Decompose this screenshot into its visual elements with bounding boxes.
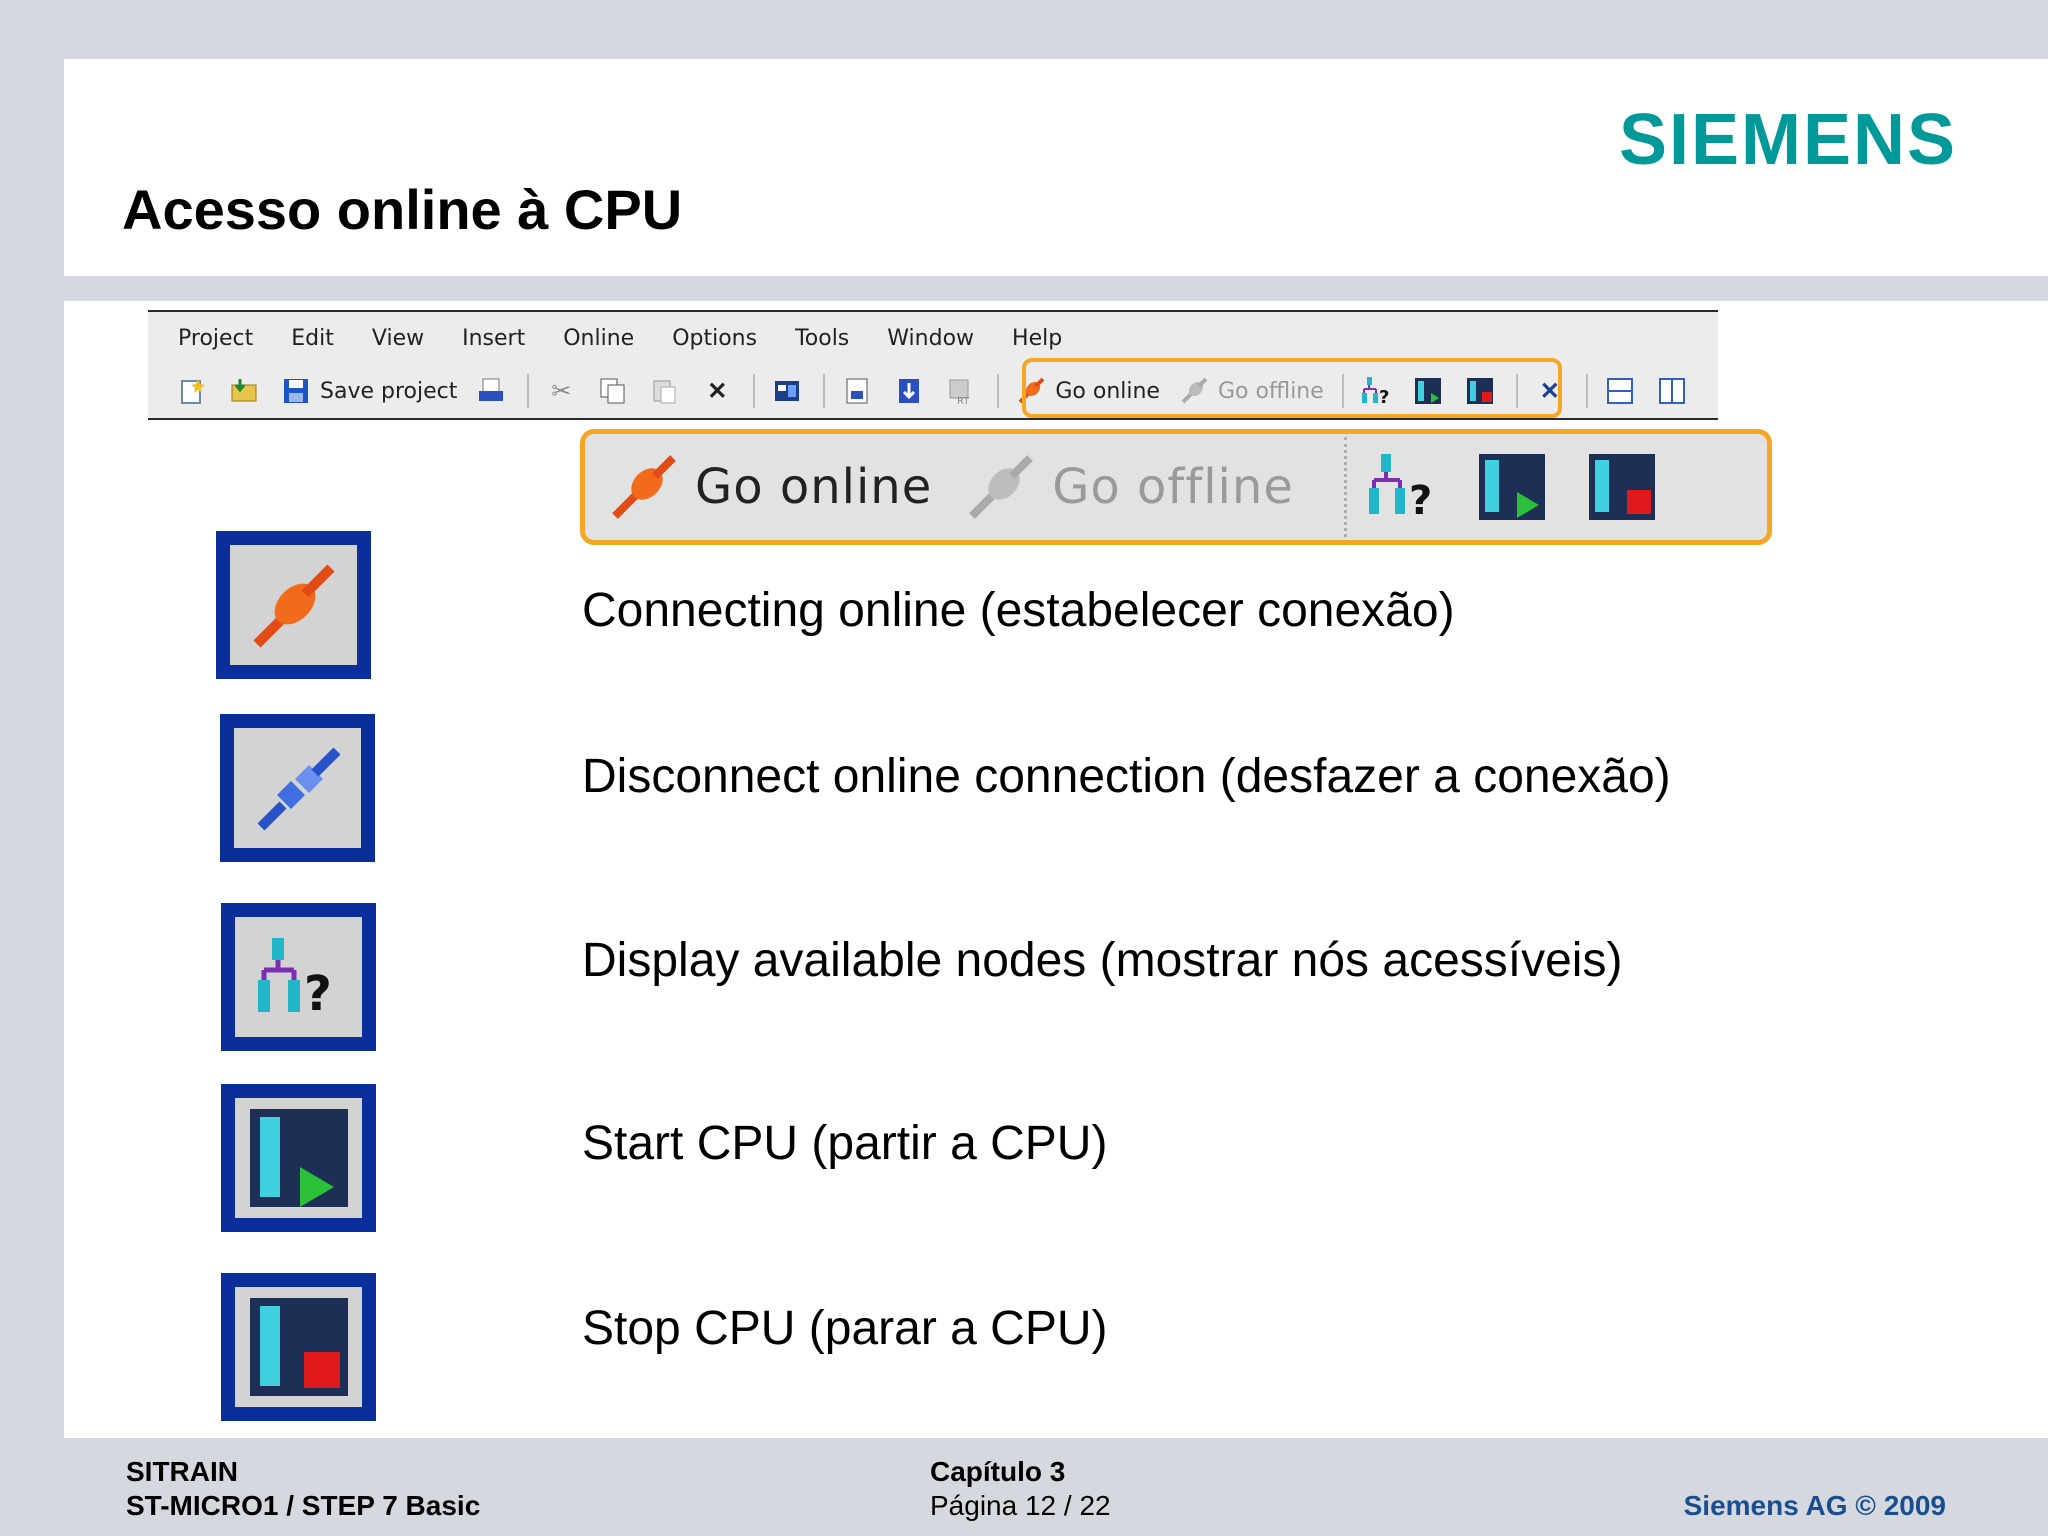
go-offline-icon[interactable]: [966, 452, 1036, 522]
toolbar-highlight: [1022, 358, 1562, 418]
go-online-icon[interactable]: [609, 452, 679, 522]
zoomed-online-toolbar: Go online Go offline ?: [580, 429, 1772, 545]
download-to-device-icon[interactable]: [841, 375, 873, 407]
compile-icon[interactable]: [771, 375, 803, 407]
footer-course-code: ST-MICRO1 / STEP 7 Basic: [126, 1490, 481, 1521]
menu-online[interactable]: Online: [563, 326, 634, 351]
footer-page-number: Página 12 / 22: [930, 1490, 1111, 1521]
delete-icon[interactable]: ✕: [701, 375, 733, 407]
go-offline-label[interactable]: Go offline: [1052, 459, 1294, 515]
svg-text:?: ?: [304, 966, 332, 1022]
slide-content: Project Edit View Insert Online Options …: [64, 301, 2048, 1438]
slide-footer: SITRAIN ST-MICRO1 / STEP 7 Basic Capítul…: [0, 1438, 2048, 1536]
legend-text-start: Start CPU (partir a CPU): [582, 1117, 1108, 1170]
svg-text:?: ?: [1409, 478, 1432, 522]
menu-insert[interactable]: Insert: [462, 326, 525, 351]
separator: [753, 374, 756, 408]
legend-text-disconnect: Disconnect online connection (desfazer a…: [582, 750, 1671, 803]
separator: [1585, 374, 1588, 408]
slide-header: SIEMENS Acesso online à CPU: [64, 59, 2048, 276]
plug-connect-icon: [216, 531, 371, 679]
legend-text-stop: Stop CPU (parar a CPU): [582, 1302, 1108, 1355]
split-horizontal-icon[interactable]: [1604, 375, 1636, 407]
footer-copyright: Siemens AG © 2009: [1683, 1490, 1946, 1521]
go-online-label[interactable]: Go online: [695, 459, 932, 515]
copy-icon[interactable]: [597, 375, 629, 407]
menu-bar: Project Edit View Insert Online Options …: [148, 312, 1070, 364]
accessible-nodes-icon[interactable]: ?: [1367, 452, 1437, 522]
separator: [997, 374, 1000, 408]
menu-window[interactable]: Window: [887, 326, 974, 351]
start-cpu-icon[interactable]: [1477, 452, 1547, 522]
menu-options[interactable]: Options: [672, 326, 757, 351]
separator: [1343, 437, 1347, 537]
siemens-logo: SIEMENS: [1619, 100, 1958, 180]
legend-text-nodes: Display available nodes (mostrar nós ace…: [582, 934, 1623, 987]
menu-view[interactable]: View: [372, 326, 424, 351]
paste-icon[interactable]: [649, 375, 681, 407]
legend-text-connect: Connecting online (estabelecer conexão): [582, 584, 1455, 637]
separator: [527, 374, 530, 408]
cpu-stop-icon: [221, 1273, 376, 1421]
cut-icon[interactable]: ✂: [545, 375, 577, 407]
footer-course: SITRAIN: [126, 1456, 238, 1487]
save-project-label[interactable]: Save project: [320, 379, 457, 404]
menu-edit[interactable]: Edit: [291, 326, 334, 351]
print-icon[interactable]: [475, 375, 507, 407]
upload-from-device-icon[interactable]: [893, 375, 925, 407]
nodes-search-icon: ?: [221, 903, 376, 1051]
cpu-start-icon: [221, 1084, 376, 1232]
svg-text:RT: RT: [957, 396, 970, 405]
save-icon[interactable]: [280, 375, 312, 407]
slide-title: Acesso online à CPU: [122, 178, 683, 241]
tia-portal-toolbar: Project Edit View Insert Online Options …: [148, 310, 1718, 420]
simulation-icon[interactable]: RT: [945, 375, 977, 407]
stop-cpu-icon[interactable]: [1587, 452, 1657, 522]
split-vertical-icon[interactable]: [1656, 375, 1688, 407]
new-project-icon[interactable]: [176, 375, 208, 407]
plug-disconnect-icon: [220, 714, 375, 862]
separator: [823, 374, 826, 408]
footer-chapter: Capítulo 3: [930, 1456, 1066, 1487]
menu-tools[interactable]: Tools: [795, 326, 849, 351]
menu-project[interactable]: Project: [178, 326, 253, 351]
open-project-icon[interactable]: [228, 375, 260, 407]
menu-help[interactable]: Help: [1012, 326, 1062, 351]
